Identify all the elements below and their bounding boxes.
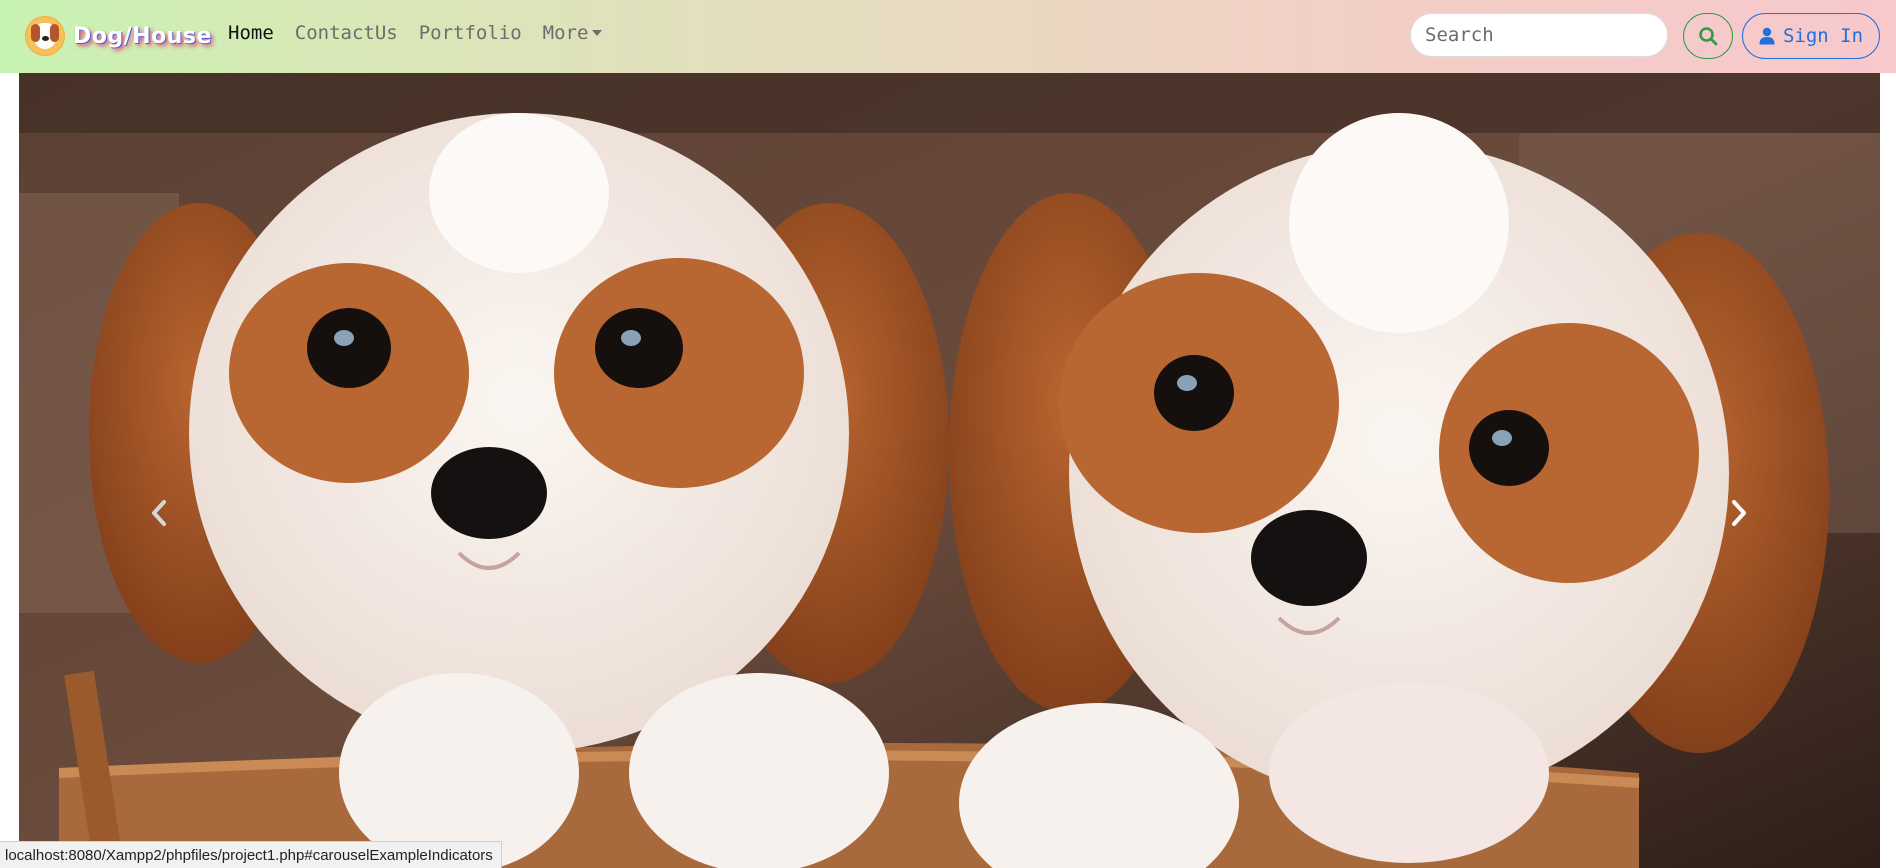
search-icon: [1699, 27, 1718, 46]
brand-name: Dog/House: [73, 23, 212, 49]
nav-portfolio[interactable]: Portfolio: [419, 22, 522, 44]
nav-more-dropdown[interactable]: More: [543, 22, 603, 44]
image-carousel: [19, 73, 1880, 868]
sign-in-label: Sign In: [1782, 25, 1864, 47]
dog-logo-icon: [25, 16, 65, 56]
chevron-right-icon: [1732, 500, 1746, 526]
nav-contactus[interactable]: ContactUs: [295, 22, 398, 44]
chevron-left-icon: [152, 500, 166, 526]
search-input[interactable]: [1410, 13, 1668, 57]
search-button[interactable]: [1683, 13, 1733, 59]
nav-links: Home ContactUs Portfolio More: [228, 22, 623, 44]
status-url: localhost:8080/Xampp2/phpfiles/project1.…: [5, 846, 493, 864]
brand[interactable]: Dog/House: [25, 15, 212, 57]
caret-down-icon: [592, 30, 603, 36]
nav-home[interactable]: Home: [228, 22, 274, 44]
carousel-next-button[interactable]: [1719, 493, 1759, 533]
carousel-prev-button[interactable]: [139, 493, 179, 533]
sign-in-button[interactable]: Sign In: [1742, 13, 1880, 59]
user-icon: [1759, 27, 1775, 45]
nav-more-label: More: [542, 22, 589, 44]
navbar: Dog/House Home ContactUs Portfolio More …: [0, 0, 1896, 73]
puppies-image: [19, 73, 1880, 868]
browser-status-bar: localhost:8080/Xampp2/phpfiles/project1.…: [0, 841, 502, 868]
